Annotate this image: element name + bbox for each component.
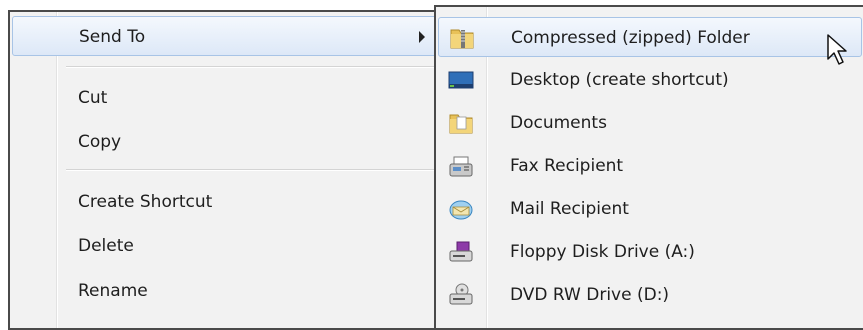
menu-item-fax-recipient[interactable]: Fax Recipient — [438, 146, 862, 186]
zip-folder-icon — [450, 29, 474, 49]
submenu-arrow-icon — [419, 31, 425, 43]
menu-item-dvd-drive[interactable]: DVD RW Drive (D:) — [438, 275, 862, 315]
menu-item-send-to[interactable]: Send To — [12, 16, 438, 56]
menu-item-label: Compressed (zipped) Folder — [511, 28, 750, 48]
mouse-pointer-icon — [827, 34, 847, 65]
menu-item-label: Create Shortcut — [78, 192, 213, 212]
menu-item-label: Delete — [78, 236, 134, 256]
menu-separator — [66, 169, 440, 171]
context-menu: Send To Cut Copy Create Shortcut Delete … — [8, 10, 440, 330]
menu-item-label: Send To — [79, 27, 146, 47]
menu-item-desktop[interactable]: Desktop (create shortcut) — [438, 60, 862, 100]
desktop-icon — [448, 71, 474, 89]
menu-item-documents[interactable]: Documents — [438, 103, 862, 143]
menu-item-label: Mail Recipient — [510, 199, 629, 219]
menu-item-create-shortcut[interactable]: Create Shortcut — [12, 182, 438, 222]
dvd-drive-icon — [449, 283, 473, 305]
menu-item-rename[interactable]: Rename — [12, 271, 438, 311]
menu-item-delete[interactable]: Delete — [12, 226, 438, 266]
mail-icon — [449, 200, 473, 220]
menu-item-label: Cut — [78, 88, 108, 108]
menu-item-label: Rename — [78, 281, 148, 301]
menu-item-label: Floppy Disk Drive (A:) — [510, 242, 695, 262]
menu-item-label: Copy — [78, 132, 122, 152]
floppy-drive-icon — [449, 241, 473, 262]
menu-item-floppy-drive[interactable]: Floppy Disk Drive (A:) — [438, 232, 862, 272]
menu-item-cut[interactable]: Cut — [12, 78, 438, 118]
menu-item-label: Fax Recipient — [510, 156, 624, 176]
menu-item-label: DVD RW Drive (D:) — [510, 285, 670, 305]
documents-folder-icon — [449, 114, 473, 134]
menu-item-compressed-folder[interactable]: Compressed (zipped) Folder — [438, 17, 862, 57]
menu-item-label: Documents — [510, 113, 607, 133]
menu-item-copy[interactable]: Copy — [12, 122, 438, 162]
menu-separator — [66, 66, 440, 68]
fax-icon — [449, 156, 473, 177]
send-to-submenu: Compressed (zipped) Folder Desktop (crea… — [434, 5, 863, 330]
menu-item-label: Desktop (create shortcut) — [510, 70, 729, 90]
menu-item-mail-recipient[interactable]: Mail Recipient — [438, 189, 862, 229]
